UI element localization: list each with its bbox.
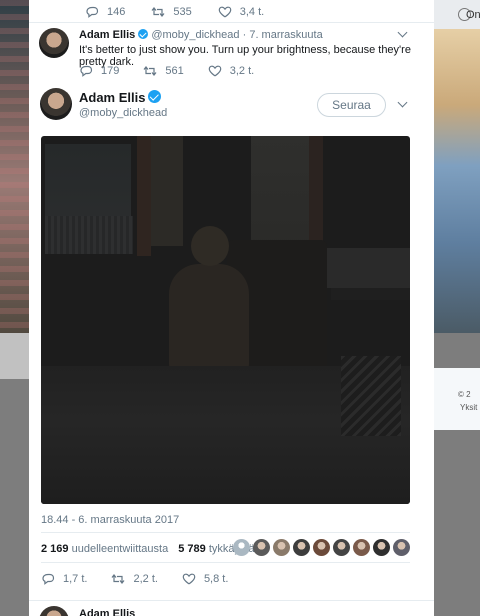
photo-window-right xyxy=(251,136,311,256)
retweets-stat-label: uudelleentwiittausta xyxy=(71,543,169,555)
photo-slats xyxy=(341,356,401,436)
like-count: 3,4 t. xyxy=(239,6,265,18)
retweets-stat[interactable]: 2 169 uudelleentwiittausta xyxy=(41,543,168,555)
avatar[interactable] xyxy=(39,606,69,616)
follow-button[interactable]: Seuraa xyxy=(317,93,386,117)
tweet-timestamp[interactable]: 18.44 - 6. marraskuuta 2017 xyxy=(41,514,179,526)
like-count: 3,2 t. xyxy=(229,65,255,77)
main-tweet-actions: 1,7 t. 2,2 t. 5,8 t. xyxy=(41,573,254,585)
tweet-stats: 2 169 uudelleentwiittausta 5 789 tykkäys… xyxy=(41,543,255,555)
reply-icon xyxy=(79,65,93,77)
liker-avatar[interactable] xyxy=(393,539,410,556)
photo-radiator xyxy=(45,216,133,254)
photo-door-frame-left xyxy=(137,136,151,256)
retweet-count: 535 xyxy=(173,6,192,18)
reply-tweet-actions: 179 561 3,2 t. xyxy=(79,65,280,77)
liker-avatar[interactable] xyxy=(273,539,290,556)
like-action[interactable]: 5,8 t. xyxy=(182,573,228,585)
retweet-count: 561 xyxy=(165,65,184,77)
reply-count: 1,7 t. xyxy=(63,573,88,585)
heart-icon xyxy=(208,65,222,77)
retweet-action[interactable]: 561 xyxy=(143,65,184,77)
reply-action[interactable]: 1,7 t. xyxy=(41,573,87,585)
heart-icon xyxy=(218,6,232,18)
author-name[interactable]: Adam Ellis xyxy=(79,90,145,105)
retweet-icon xyxy=(151,6,165,18)
like-action[interactable]: 3,4 t. xyxy=(218,6,264,18)
photo-figure-body xyxy=(169,264,249,374)
liker-avatar[interactable] xyxy=(373,539,390,556)
liker-avatar[interactable] xyxy=(333,539,350,556)
header-separator: · xyxy=(242,29,247,41)
author-name[interactable]: Adam Ellis xyxy=(79,29,135,41)
background-nav-text: Onk xyxy=(466,9,480,21)
chevron-down-icon[interactable] xyxy=(397,97,408,108)
divider xyxy=(29,22,434,23)
avatar[interactable] xyxy=(39,28,69,58)
divider xyxy=(29,600,434,601)
like-action[interactable]: 3,2 t. xyxy=(208,65,254,77)
reply-action[interactable]: 146 xyxy=(85,6,125,18)
background-header-photo-right xyxy=(434,29,480,333)
retweet-icon xyxy=(143,65,157,77)
retweet-action[interactable]: 535 xyxy=(151,6,192,18)
author-handle[interactable]: @moby_dickhead xyxy=(151,29,239,41)
top-tweet-actions: 146 535 3,4 t. xyxy=(85,6,290,18)
heart-icon xyxy=(182,573,196,585)
retweet-action[interactable]: 2,2 t. xyxy=(111,573,158,585)
reply-tweet-header: Adam Ellis @moby_dickhead · 7. marraskuu… xyxy=(79,29,323,41)
liker-avatar[interactable] xyxy=(233,539,250,556)
liker-avatars xyxy=(233,539,410,556)
photo-curtain xyxy=(151,136,183,246)
background-card-left xyxy=(0,333,29,379)
author-name[interactable]: Adam Ellis xyxy=(79,608,135,616)
verified-badge-icon xyxy=(138,29,149,39)
verified-badge-icon xyxy=(148,90,162,103)
author-handle[interactable]: @moby_dickhead xyxy=(79,107,167,119)
chevron-down-icon[interactable] xyxy=(397,27,408,38)
background-footer-copyright: © 2 xyxy=(458,390,471,399)
tweet-permalink-modal: 146 535 3,4 t. Adam Ellis @moby_dickhead… xyxy=(29,0,434,616)
background-footer-card xyxy=(434,368,480,430)
background-header-photo-left xyxy=(0,0,29,333)
divider xyxy=(41,562,410,563)
avatar[interactable] xyxy=(40,88,72,120)
photo-shelf-lower xyxy=(331,288,410,300)
like-count: 5,8 t. xyxy=(203,573,229,585)
main-tweet-author: Adam Ellis xyxy=(79,90,162,105)
retweets-stat-count: 2 169 xyxy=(41,543,69,555)
liker-avatar[interactable] xyxy=(253,539,270,556)
photo-shelf xyxy=(327,248,410,288)
reply-count: 146 xyxy=(107,6,126,18)
retweet-count: 2,2 t. xyxy=(133,573,158,585)
photo-figure-head xyxy=(191,226,229,266)
reply-icon xyxy=(41,573,55,585)
tweet-date[interactable]: 7. marraskuuta xyxy=(249,29,322,41)
reply-icon xyxy=(85,6,99,18)
likes-stat-count: 5 789 xyxy=(178,543,206,555)
background-footer-privacy[interactable]: Yksit xyxy=(460,403,477,412)
tweet-photo[interactable] xyxy=(41,136,410,504)
divider xyxy=(41,532,410,533)
reply-count: 179 xyxy=(101,65,120,77)
retweet-icon xyxy=(111,573,125,585)
liker-avatar[interactable] xyxy=(293,539,310,556)
liker-avatar[interactable] xyxy=(353,539,370,556)
liker-avatar[interactable] xyxy=(313,539,330,556)
reply-action[interactable]: 179 xyxy=(79,65,119,77)
